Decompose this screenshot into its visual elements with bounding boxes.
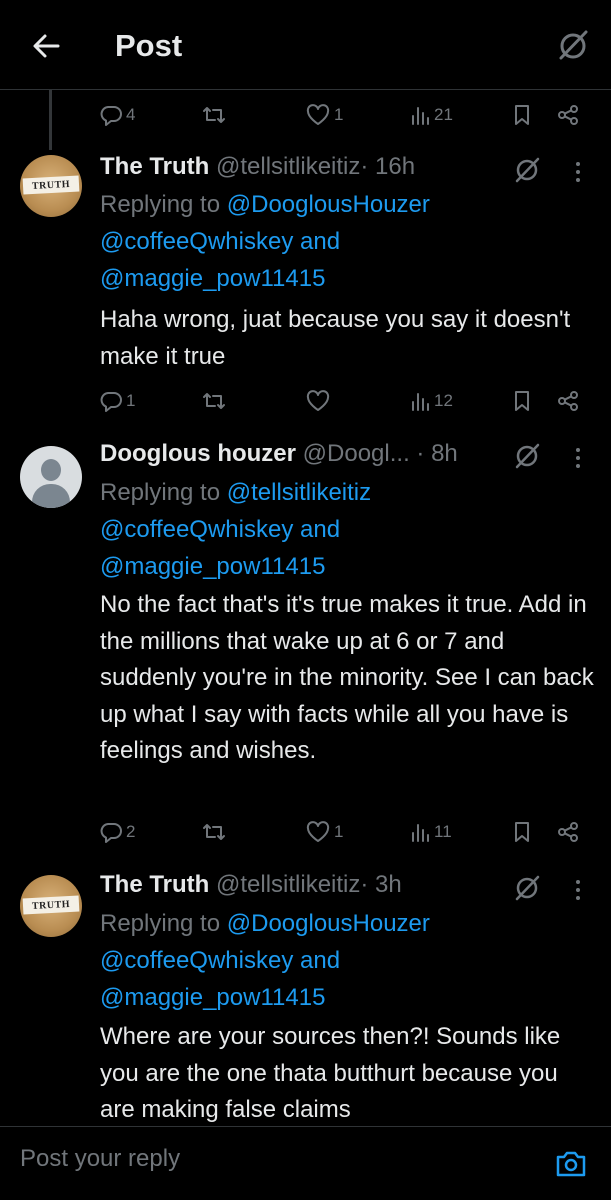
mention-link[interactable]: @DooglousHouzer xyxy=(227,191,430,218)
mention-link[interactable]: @maggie_pow11415 xyxy=(100,553,325,580)
avatar-logo-text: TRUTH xyxy=(22,175,80,195)
camera-icon[interactable] xyxy=(554,1147,588,1181)
action-bar: 2 1 11 xyxy=(100,817,590,847)
repost-button[interactable] xyxy=(202,817,226,847)
tweet-header: The Truth @tellsitlikeitiz· 16h xyxy=(100,153,415,181)
mention-link[interactable]: @tellsitlikeitiz xyxy=(227,479,371,506)
views-count: 11 xyxy=(434,822,452,841)
reply-button[interactable]: 1 xyxy=(100,386,135,416)
user-handle[interactable]: @tellsitlikeitiz xyxy=(216,153,360,180)
grok-icon[interactable] xyxy=(555,28,591,64)
user-handle[interactable]: @Doogl... xyxy=(303,440,410,467)
and-text: and xyxy=(293,228,341,255)
tweet-header: The Truth @tellsitlikeitiz· 3h xyxy=(100,871,402,899)
mention-link[interactable]: @maggie_pow11415 xyxy=(100,265,325,292)
user-handle[interactable]: @tellsitlikeitiz xyxy=(216,871,360,898)
display-name[interactable]: The Truth xyxy=(100,153,209,180)
share-icon[interactable] xyxy=(556,100,580,130)
header-bar: Post xyxy=(0,0,611,90)
repost-icon xyxy=(203,393,225,409)
reply-button[interactable]: 2 xyxy=(100,817,135,847)
like-count: 1 xyxy=(334,105,344,124)
like-button[interactable]: 1 xyxy=(306,817,343,847)
default-avatar-head xyxy=(41,459,61,481)
views-icon xyxy=(412,393,429,411)
avatar[interactable] xyxy=(20,446,82,508)
replying-to: Replying to @DooglousHouzer @coffeeQwhis… xyxy=(100,186,600,297)
reply-icon xyxy=(100,106,122,126)
avatar[interactable]: TRUTH xyxy=(20,875,82,937)
views-count: 12 xyxy=(434,391,453,410)
tweet-text: Where are your sources then?! Sounds lik… xyxy=(100,1023,561,1123)
like-icon xyxy=(306,104,330,125)
views-button[interactable]: 11 xyxy=(410,817,452,847)
reply-count: 1 xyxy=(126,391,136,410)
replying-to: Replying to @tellsitlikeitiz @coffeeQwhi… xyxy=(100,474,600,585)
page-title: Post xyxy=(115,28,183,63)
views-button[interactable]: 21 xyxy=(410,100,453,130)
tweet-text: Haha wrong, juat because you say it does… xyxy=(100,306,571,370)
share-icon[interactable] xyxy=(556,386,580,416)
like-icon xyxy=(306,821,330,842)
mention-link[interactable]: @coffeeQwhiskey xyxy=(100,947,293,974)
repost-icon xyxy=(203,824,225,840)
reply-input[interactable]: Post your reply xyxy=(20,1145,180,1173)
display-name[interactable]: The Truth xyxy=(100,871,209,898)
replying-prefix: Replying to xyxy=(100,479,227,506)
reply-icon xyxy=(100,392,122,412)
like-icon xyxy=(306,390,330,411)
reply-composer: Post your reply xyxy=(0,1126,611,1200)
grok-icon[interactable] xyxy=(512,873,542,903)
thread-line xyxy=(49,90,52,150)
mention-link[interactable]: @coffeeQwhiskey xyxy=(100,516,293,543)
more-icon[interactable] xyxy=(570,876,586,906)
like-button[interactable] xyxy=(306,386,334,416)
avatar-logo-text: TRUTH xyxy=(22,895,80,915)
grok-icon[interactable] xyxy=(512,441,542,471)
reply-button[interactable]: 4 xyxy=(100,100,135,130)
mention-link[interactable]: @DooglousHouzer xyxy=(227,910,430,937)
repost-button[interactable] xyxy=(202,100,226,130)
timestamp: · 8h xyxy=(416,440,458,467)
timestamp: · 16h xyxy=(360,153,416,180)
action-bar: 4 1 21 xyxy=(100,100,590,130)
and-text: and xyxy=(293,947,341,974)
like-button[interactable]: 1 xyxy=(306,100,343,130)
more-icon[interactable] xyxy=(570,444,586,474)
more-icon[interactable] xyxy=(570,158,586,188)
views-button[interactable]: 12 xyxy=(410,386,453,416)
repost-icon xyxy=(203,107,225,123)
mention-link[interactable]: @coffeeQwhiskey xyxy=(100,228,293,255)
reply-count: 2 xyxy=(126,822,136,841)
views-icon xyxy=(412,824,429,842)
replying-to: Replying to @DooglousHouzer @coffeeQwhis… xyxy=(100,905,600,1016)
tweet-header: Dooglous houzer @Doogl... · 8h xyxy=(100,440,458,468)
action-bar: 1 12 xyxy=(100,386,590,416)
bookmark-icon[interactable] xyxy=(512,386,532,416)
default-avatar-body xyxy=(32,484,70,508)
and-text: and xyxy=(293,516,341,543)
back-arrow-icon[interactable] xyxy=(30,30,62,62)
avatar[interactable]: TRUTH xyxy=(20,155,82,217)
views-count: 21 xyxy=(434,105,453,124)
replying-prefix: Replying to xyxy=(100,910,227,937)
display-name[interactable]: Dooglous houzer xyxy=(100,440,296,467)
reply-count: 4 xyxy=(126,105,136,124)
grok-icon[interactable] xyxy=(512,155,542,185)
like-count: 1 xyxy=(334,822,344,841)
bookmark-icon[interactable] xyxy=(512,100,532,130)
tweet-text: No the fact that's it's true makes it tr… xyxy=(100,591,594,764)
bookmark-icon[interactable] xyxy=(512,817,532,847)
reply-icon xyxy=(100,823,122,843)
mention-link[interactable]: @maggie_pow11415 xyxy=(100,984,325,1011)
views-icon xyxy=(412,107,429,125)
share-icon[interactable] xyxy=(556,817,580,847)
replying-prefix: Replying to xyxy=(100,191,227,218)
repost-button[interactable] xyxy=(202,386,226,416)
timestamp: · 3h xyxy=(360,871,402,898)
